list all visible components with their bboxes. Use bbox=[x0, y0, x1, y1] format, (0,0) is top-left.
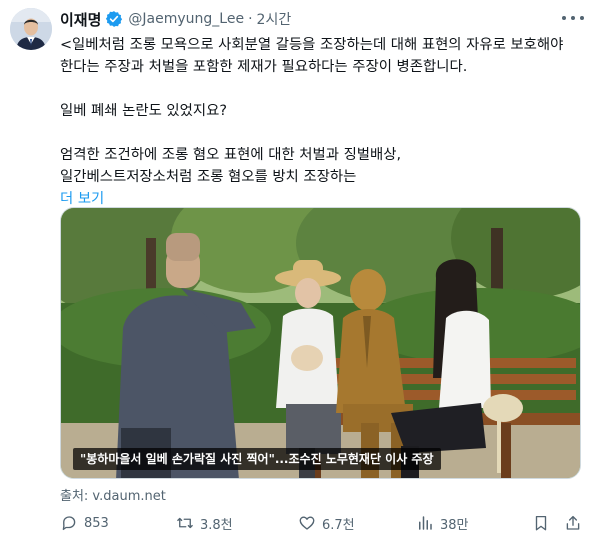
tweet-line: 일간베스트저장소처럼 조롱 혐오를 방치 조장하는 bbox=[60, 169, 357, 185]
bookmark-icon bbox=[535, 515, 547, 531]
author-handle[interactable]: @Jaemyung_Lee bbox=[128, 11, 244, 27]
retweet-button[interactable]: 3.8천 bbox=[176, 512, 233, 534]
separator-dot: · bbox=[248, 11, 253, 27]
photo-caption: "봉하마을서 일베 손가락질 사진 찍어"...조수진 노무현재단 이사 주장 bbox=[73, 448, 441, 470]
tweet-line: 엄격한 조건하에 조롱 혐오 표현에 대한 처벌과 징벌배상, bbox=[60, 147, 402, 163]
views-button[interactable]: 38만 bbox=[416, 512, 469, 534]
post-time[interactable]: 2시간 bbox=[257, 9, 292, 29]
retweet-count: 3.8천 bbox=[200, 517, 233, 533]
bookmark-button[interactable] bbox=[532, 512, 550, 534]
action-bar: 853 3.8천 6.7천 38만 bbox=[60, 512, 590, 534]
reply-icon bbox=[62, 516, 76, 531]
like-count: 6.7천 bbox=[322, 517, 355, 533]
tweet-line: <일베처럼 조롱 모욕으로 사회분열 갈등을 조장하는데 대해 표현의 자유로 … bbox=[60, 37, 564, 53]
retweet-icon bbox=[177, 517, 193, 529]
share-icon bbox=[566, 515, 580, 530]
tweet-line: 한다는 주장과 처벌을 포함한 제재가 필요하다는 주장이 병존합니다. bbox=[60, 59, 468, 75]
tweet-photo[interactable]: "봉하마을서 일베 손가락질 사진 찍어"...조수진 노무현재단 이사 주장 bbox=[60, 207, 581, 479]
more-options-icon[interactable] bbox=[562, 10, 584, 26]
view-count: 38만 bbox=[440, 517, 469, 533]
author-name[interactable]: 이재명 bbox=[60, 9, 101, 30]
verified-badge-icon bbox=[105, 10, 123, 28]
reply-button[interactable]: 853 bbox=[60, 512, 109, 534]
reply-count: 853 bbox=[84, 515, 109, 531]
tweet-header: 이재명 @Jaemyung_Lee · 2시간 bbox=[60, 8, 291, 30]
tweet-card[interactable]: 이재명 @Jaemyung_Lee · 2시간 <일베처럼 조롱 모욕으로 사회… bbox=[0, 0, 600, 540]
share-button[interactable] bbox=[564, 512, 582, 534]
heart-icon bbox=[299, 516, 315, 530]
like-button[interactable]: 6.7천 bbox=[298, 512, 355, 534]
tweet-line: 일베 폐쇄 논란도 있었지요? bbox=[60, 103, 227, 119]
views-chart-icon bbox=[419, 516, 432, 530]
avatar[interactable] bbox=[10, 8, 52, 50]
source-link[interactable]: 출처: v.daum.net bbox=[60, 485, 166, 504]
tweet-text: <일베처럼 조롱 모욕으로 사회분열 갈등을 조장하는데 대해 표현의 자유로 … bbox=[60, 34, 588, 210]
